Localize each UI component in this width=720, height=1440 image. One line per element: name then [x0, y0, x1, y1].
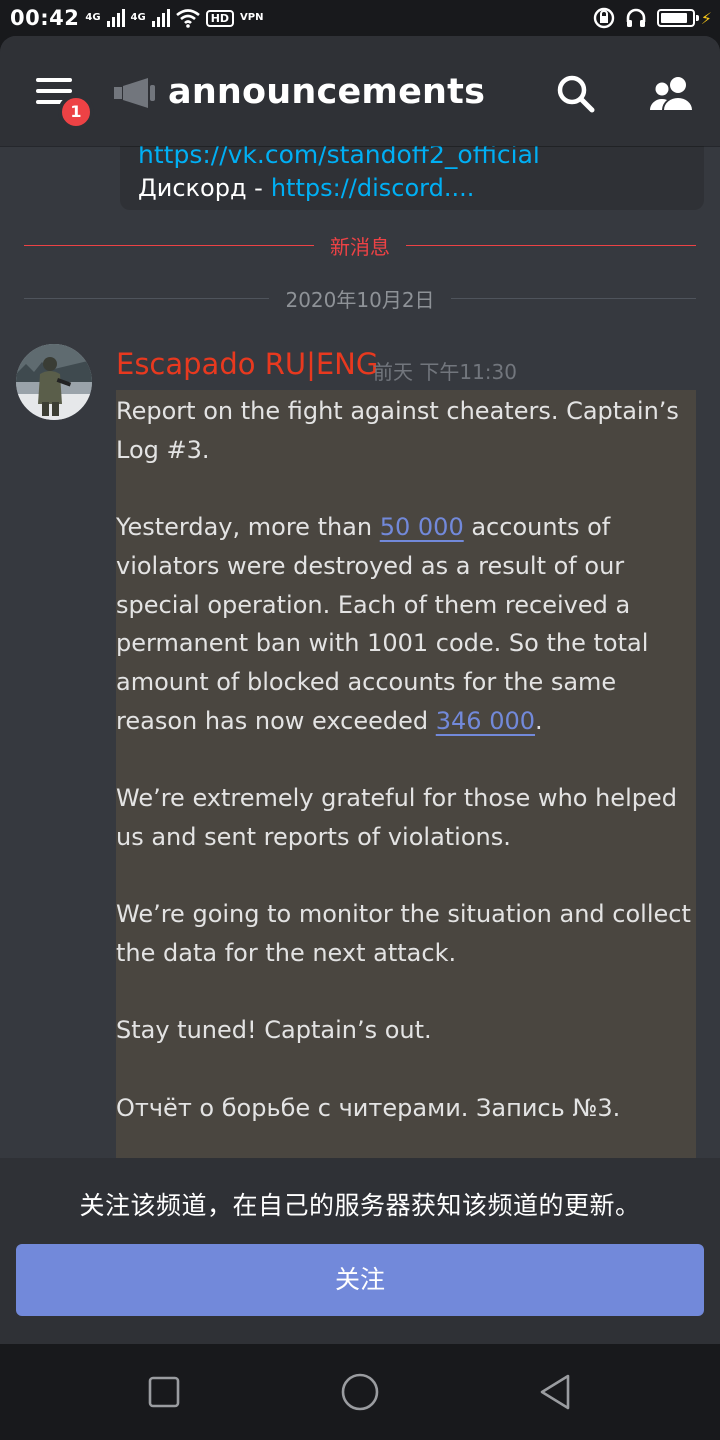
back-icon: [540, 1374, 570, 1410]
message-text: accounts of violators were destroyed as …: [116, 513, 649, 735]
members-icon: [650, 77, 692, 110]
divider-line: [450, 297, 697, 299]
signal-icon: [106, 9, 125, 27]
divider-line: [24, 244, 314, 246]
channel-title: announcements: [168, 72, 486, 112]
message-author[interactable]: Escapado RU|ENG: [116, 347, 378, 381]
home-icon: [341, 1373, 379, 1411]
status-right: ⚡: [593, 7, 712, 29]
message-content: Report on the fight against cheaters. Ca…: [116, 392, 696, 1127]
system-nav-bar: [0, 1344, 720, 1440]
members-button[interactable]: [646, 70, 698, 118]
vpn-indicator: VPN: [240, 12, 264, 23]
recent-apps-icon: [148, 1376, 180, 1408]
avatar[interactable]: [16, 344, 92, 420]
back-button[interactable]: [536, 1372, 576, 1412]
network-type-label-2: 4G: [130, 12, 146, 23]
avatar-image: [16, 344, 92, 420]
channel-header: 1 announcements: [0, 36, 720, 146]
search-icon: [557, 75, 595, 113]
divider-line: [406, 244, 696, 246]
new-messages-divider: 新消息: [24, 230, 696, 260]
search-button[interactable]: [552, 70, 600, 118]
home-button[interactable]: [340, 1372, 380, 1412]
message-timestamp: 前天 下午11:30: [373, 360, 517, 384]
date-label: 2020年10月2日: [285, 287, 435, 312]
wifi-icon: [175, 9, 200, 28]
message-paragraph: Report on the fight against cheaters. Ca…: [116, 397, 679, 464]
message-text: .: [535, 706, 543, 735]
message-text: Yesterday, more than: [116, 513, 380, 542]
message-paragraph: We’re extremely grateful for those who h…: [116, 784, 677, 851]
charging-icon: ⚡: [700, 8, 712, 28]
embed-discord-line: Дискорд - https://discord....: [138, 174, 474, 202]
new-messages-label: 新消息: [330, 234, 390, 259]
alarm-icon: [593, 7, 614, 29]
follow-button[interactable]: 关注: [16, 1244, 704, 1316]
announcement-channel-icon: [114, 78, 155, 108]
headphones-icon: [626, 8, 646, 27]
status-bar: 00:42 4G 4G HD VPN ⚡: [0, 0, 720, 36]
count-50000: 50 000: [379, 513, 464, 542]
message-paragraph: We’re going to monitor the situation and…: [116, 900, 691, 967]
recent-apps-button[interactable]: [144, 1372, 184, 1412]
status-left: 00:42 4G 4G HD VPN: [10, 6, 263, 30]
date-divider: 2020年10月2日: [24, 283, 697, 313]
follow-panel: 关注该频道，在自己的服务器获知该频道的更新。 关注: [0, 1158, 720, 1344]
status-time: 00:42: [10, 6, 80, 30]
embed-discord-link[interactable]: https://discord....: [271, 174, 475, 202]
message-paragraph: Yesterday, more than 50 000 accounts of …: [116, 508, 696, 740]
network-type-label: 4G: [85, 12, 101, 23]
message-paragraph: Отчёт о борьбе с читерами. Запись №3.: [116, 1093, 621, 1122]
signal-icon-2: [151, 9, 170, 27]
divider-line: [24, 297, 270, 299]
message-paragraph: Stay tuned! Captain’s out.: [116, 1016, 432, 1045]
embed-discord-label: Дискорд -: [138, 174, 263, 202]
count-346000: 346 000: [435, 706, 536, 735]
notification-badge: 1: [58, 94, 94, 130]
battery-icon: [656, 9, 699, 27]
app-window: https://vk.com/standoff2_official Дискор…: [0, 36, 720, 1344]
hd-indicator: HD: [205, 9, 235, 27]
follow-prompt: 关注该频道，在自己的服务器获知该频道的更新。: [79, 1191, 641, 1220]
